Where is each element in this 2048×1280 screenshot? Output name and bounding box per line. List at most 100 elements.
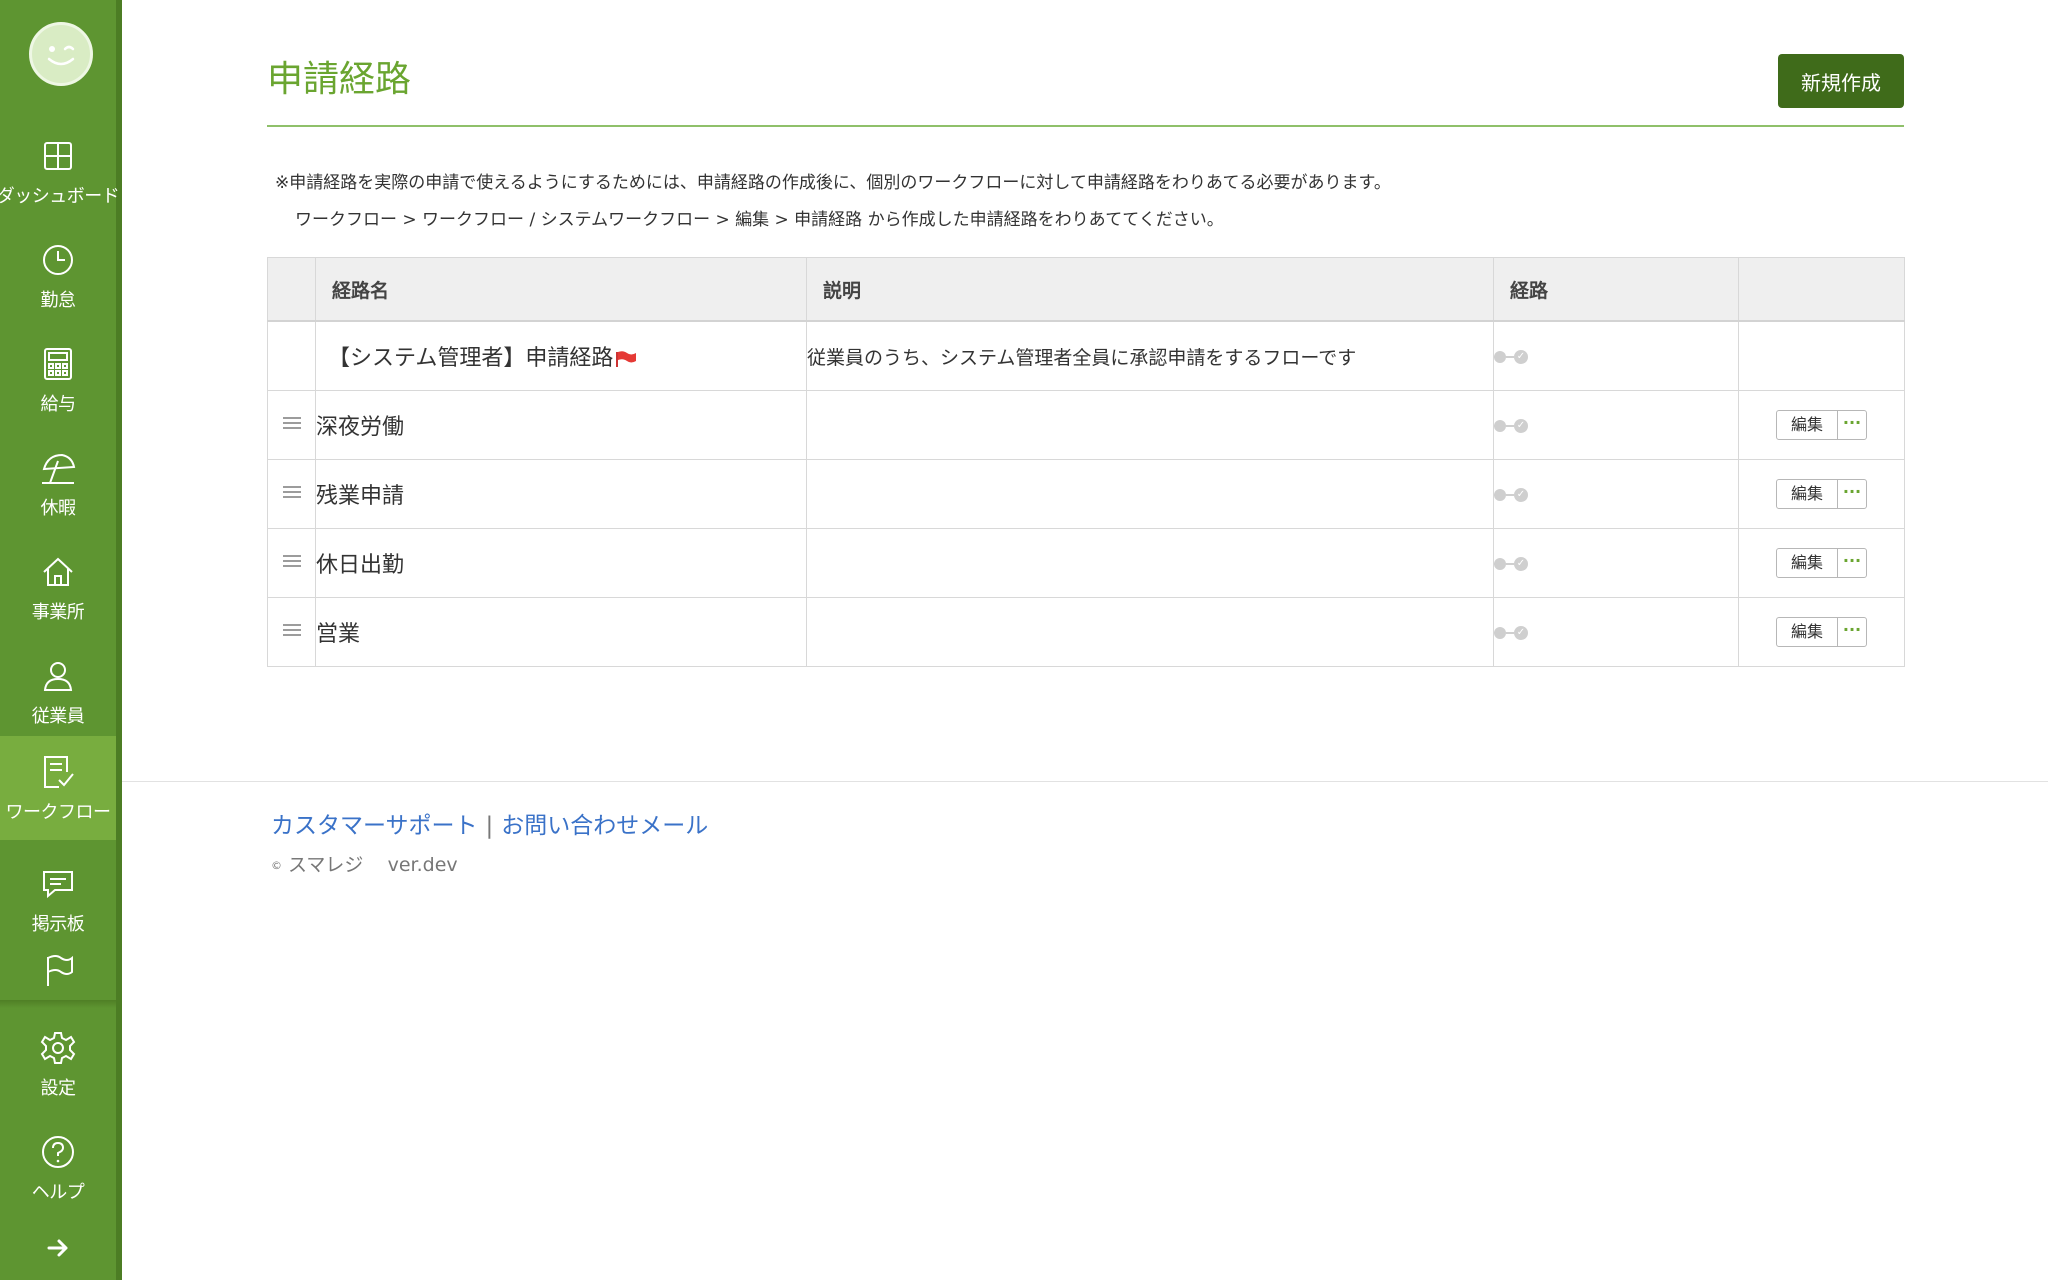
route-diagram: ✓ (1494, 556, 1528, 571)
info-note: ※申請経路を実際の申請で使えるようにするためには、申請経路の作成後に、個別のワー… (275, 173, 1391, 193)
route-description (806, 459, 1494, 529)
table-header-row: 経路名 説明 経路 (267, 257, 1905, 322)
sidebar-item-dashboard[interactable]: ダッシュボード (0, 120, 120, 224)
gear-icon (38, 1028, 78, 1068)
sidebar-item-help[interactable]: ヘルプ (0, 1116, 116, 1220)
sidebar-item-attendance[interactable]: 勤怠 (0, 224, 116, 328)
sidebar: ダッシュボード 勤怠 給与 休暇 事業所 従業員 ワークフロー 掲示板 設定 ヘ… (0, 0, 122, 1280)
row-handle-cell (267, 597, 316, 667)
drag-handle-icon[interactable] (282, 483, 301, 501)
footer-separator: | (485, 813, 494, 839)
route-diagram-cell: ✓ (1493, 459, 1739, 529)
row-handle-cell (267, 528, 316, 598)
sidebar-divider (0, 1000, 116, 1008)
help-icon (38, 1132, 78, 1172)
sidebar-item-office[interactable]: 事業所 (0, 536, 116, 640)
sidebar-item-payroll[interactable]: 給与 (0, 328, 116, 432)
route-name-cell: 休日出勤 (315, 528, 807, 598)
row-actions: 編集 ··· (1775, 617, 1867, 647)
copyright: © スマレジ ver.dev (271, 850, 458, 877)
info-note-path: ワークフロー > ワークフロー / システムワークフロー > 編集 > 申請経路… (295, 210, 1224, 230)
header-name: 経路名 (315, 257, 807, 322)
new-route-button[interactable]: 新規作成 (1778, 54, 1904, 108)
route-diagram: ✓ (1494, 625, 1528, 640)
sidebar-item-label: ダッシュボード (0, 186, 120, 207)
beach-umbrella-icon (38, 448, 78, 488)
row-handle-cell (267, 459, 316, 529)
red-flag-icon (616, 351, 637, 367)
calculator-icon (38, 344, 78, 384)
flag-icon (38, 950, 78, 990)
sidebar-expand-button[interactable] (0, 1215, 116, 1280)
route-description (806, 597, 1494, 667)
sidebar-item-board[interactable]: 掲示板 (0, 848, 116, 952)
sidebar-item-label: ワークフロー (5, 802, 112, 823)
drag-handle-icon[interactable] (282, 414, 301, 432)
route-diagram-cell: ✓ (1493, 390, 1739, 460)
route-name: 残業申請 (316, 484, 405, 509)
row-actions: 編集 ··· (1775, 410, 1867, 440)
table-row: 営業 ✓ 編集 ··· (267, 597, 1905, 667)
route-name: 休日出勤 (316, 553, 405, 578)
drag-handle-icon[interactable] (282, 552, 301, 570)
more-options-button[interactable]: ··· (1838, 411, 1866, 439)
table-row: 残業申請 ✓ 編集 ··· (267, 459, 1905, 529)
home-icon (38, 552, 78, 592)
sidebar-item-label: 従業員 (31, 706, 85, 727)
sidebar-item-label: 給与 (40, 394, 77, 415)
edit-button[interactable]: 編集 (1777, 411, 1838, 439)
sidebar-item-label: 事業所 (31, 602, 85, 623)
actions-cell: 編集 ··· (1738, 597, 1905, 667)
title-divider (267, 125, 1904, 127)
routes-table: 経路名 説明 経路 【システム管理者】申請経路 従業員のうち、システム管理者全員… (267, 257, 1905, 667)
row-actions: 編集 ··· (1775, 479, 1867, 509)
route-description (806, 528, 1494, 598)
route-name-cell: 深夜労働 (315, 390, 807, 460)
route-diagram: ✓ (1494, 487, 1528, 502)
sidebar-item-vacation[interactable]: 休暇 (0, 432, 116, 536)
company-name: スマレジ (288, 854, 364, 876)
table-row: 休日出勤 ✓ 編集 ··· (267, 528, 1905, 598)
route-diagram: ✓ (1494, 349, 1528, 364)
sidebar-item-label: 掲示板 (31, 914, 85, 935)
sidebar-item-flag[interactable] (0, 940, 116, 1000)
footer-links: カスタマーサポート | お問い合わせメール (271, 806, 708, 840)
sidebar-item-settings[interactable]: 設定 (0, 1012, 116, 1116)
actions-cell: 編集 ··· (1738, 528, 1905, 598)
chat-icon (38, 864, 78, 904)
actions-cell (1738, 320, 1905, 391)
page-title: 申請経路 (267, 59, 412, 100)
route-name: 深夜労働 (316, 415, 405, 440)
sidebar-item-employees[interactable]: 従業員 (0, 640, 116, 744)
header-route: 経路 (1493, 257, 1739, 322)
customer-support-link[interactable]: カスタマーサポート (271, 813, 478, 839)
route-description (806, 390, 1494, 460)
table-row: 【システム管理者】申請経路 従業員のうち、システム管理者全員に承認申請をするフロ… (267, 320, 1905, 391)
more-options-button[interactable]: ··· (1838, 480, 1866, 508)
route-description: 従業員のうち、システム管理者全員に承認申請をするフローです (806, 320, 1494, 391)
footer-divider (122, 781, 2048, 782)
route-name-cell: 【システム管理者】申請経路 (315, 320, 807, 391)
row-handle-cell (267, 320, 316, 391)
row-actions: 編集 ··· (1775, 548, 1867, 578)
contact-mail-link[interactable]: お問い合わせメール (501, 813, 708, 839)
dashboard-icon (38, 136, 78, 176)
route-diagram: ✓ (1494, 418, 1528, 433)
edit-button[interactable]: 編集 (1777, 480, 1838, 508)
table-row: 深夜労働 ✓ 編集 ··· (267, 390, 1905, 460)
edit-button[interactable]: 編集 (1777, 549, 1838, 577)
checklist-icon (38, 752, 78, 792)
sidebar-item-label: 休暇 (40, 498, 77, 519)
sidebar-item-label: 設定 (40, 1078, 77, 1099)
route-diagram-cell: ✓ (1493, 320, 1739, 391)
more-options-button[interactable]: ··· (1838, 618, 1866, 646)
route-name-cell: 営業 (315, 597, 807, 667)
more-options-button[interactable]: ··· (1838, 549, 1866, 577)
sidebar-item-workflow[interactable]: ワークフロー (0, 736, 116, 840)
app-logo[interactable] (29, 22, 93, 86)
edit-button[interactable]: 編集 (1777, 618, 1838, 646)
route-diagram-cell: ✓ (1493, 528, 1739, 598)
drag-handle-icon[interactable] (282, 621, 301, 639)
person-icon (38, 656, 78, 696)
route-name: 【システム管理者】申請経路 (328, 346, 614, 371)
